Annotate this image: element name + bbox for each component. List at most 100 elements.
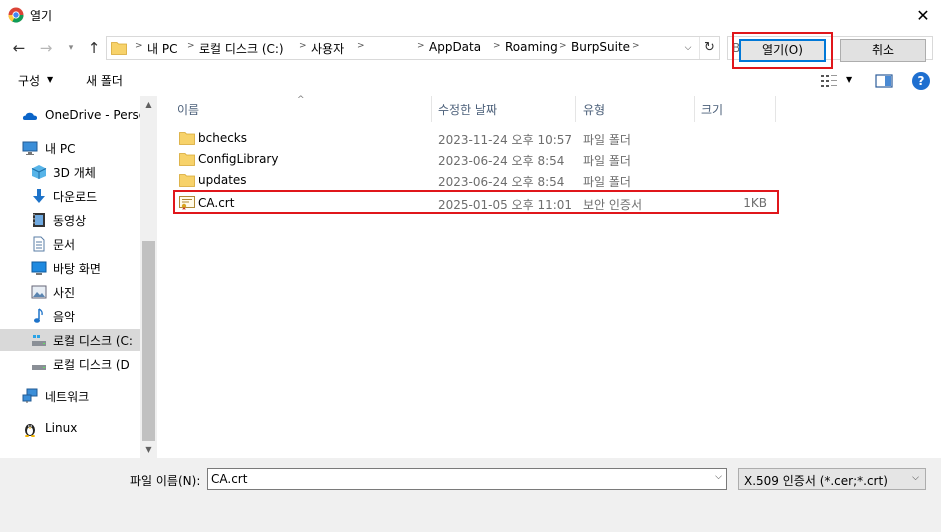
file-type: 파일 폴더 <box>583 175 631 189</box>
breadcrumb-appdata[interactable]: AppData <box>429 40 481 54</box>
sidebar-item-linux[interactable]: Linux <box>0 418 140 440</box>
file-type-filter-select[interactable]: X.509 인증서 (*.cer;*.crt) ⌵ <box>738 468 926 490</box>
file-name: CA.crt <box>198 196 235 210</box>
scroll-thumb[interactable] <box>142 241 155 441</box>
3d-objects-icon <box>31 165 47 179</box>
forward-button[interactable]: → <box>35 37 57 59</box>
breadcrumb-users[interactable]: 사용자 <box>311 40 344 57</box>
file-type: 보안 인증서 <box>583 198 643 212</box>
column-divider[interactable] <box>775 96 776 122</box>
breadcrumb-local-disk-c[interactable]: 로컬 디스크 (C:) <box>199 40 284 57</box>
sidebar-item-pictures[interactable]: 사진 <box>0 281 140 303</box>
preview-pane-icon[interactable] <box>875 73 893 89</box>
sidebar-item-label: 로컬 디스크 (C: <box>53 334 133 348</box>
sidebar-item-label: 3D 개체 <box>53 166 96 180</box>
breadcrumb-burpsuite[interactable]: BurpSuite <box>571 40 630 54</box>
chrome-icon <box>8 7 24 23</box>
refresh-button[interactable]: ↻ <box>699 37 719 59</box>
sidebar-item-label: 문서 <box>53 238 76 252</box>
sidebar-item-music[interactable]: 음악 <box>0 305 140 327</box>
folder-icon <box>179 174 195 187</box>
chevron-down-icon[interactable]: ▼ <box>47 75 53 84</box>
column-divider[interactable] <box>575 96 576 122</box>
breadcrumb-roaming[interactable]: Roaming <box>505 40 558 54</box>
up-button[interactable]: ↑ <box>83 37 105 59</box>
breadcrumb-separator: > <box>357 41 365 51</box>
sidebar-item-label: 바탕 화면 <box>53 262 101 276</box>
view-options-icon[interactable] <box>820 74 838 88</box>
sidebar-item-label: 다운로드 <box>53 190 98 204</box>
scroll-up-button[interactable]: ▲ <box>140 96 157 113</box>
column-divider[interactable] <box>431 96 432 122</box>
cancel-button[interactable]: 취소 <box>840 39 926 62</box>
title-bar: 열기 ✕ <box>0 0 941 31</box>
filename-label: 파일 이름(N): <box>130 474 201 488</box>
breadcrumb-separator: > <box>135 41 143 51</box>
address-dropdown-button[interactable]: ⌵ <box>679 37 697 59</box>
sidebar-item-documents[interactable]: 문서 <box>0 233 140 255</box>
column-header-size[interactable]: 크기 <box>701 96 775 122</box>
network-icon <box>22 388 38 403</box>
videos-icon <box>33 213 45 227</box>
breadcrumb-separator: > <box>417 41 425 51</box>
filename-input[interactable] <box>211 470 706 488</box>
chevron-down-icon[interactable]: ▼ <box>846 75 852 84</box>
desktop-icon <box>31 261 47 275</box>
help-icon[interactable]: ? <box>912 72 930 90</box>
sidebar-item-desktop[interactable]: 바탕 화면 <box>0 257 140 279</box>
file-name: updates <box>198 173 247 187</box>
filename-combobox[interactable]: ⌵ <box>207 468 727 490</box>
sidebar-scrollbar[interactable]: ▲ ▼ <box>140 96 157 458</box>
sidebar-item-label: 동영상 <box>53 214 87 228</box>
column-divider[interactable] <box>694 96 695 122</box>
chevron-down-icon: ⌵ <box>912 473 919 483</box>
folder-icon <box>111 42 127 55</box>
dialog-footer: 파일 이름(N): ⌵ X.509 인증서 (*.cer;*.crt) ⌵ <box>0 458 941 532</box>
file-type-filter-value: X.509 인증서 (*.cer;*.crt) <box>744 474 888 488</box>
breadcrumb-separator: > <box>493 41 501 51</box>
breadcrumb-this-pc[interactable]: 내 PC <box>147 40 177 57</box>
file-type: 파일 폴더 <box>583 154 631 168</box>
sidebar-item-label: 음악 <box>53 310 76 324</box>
local-disk-d-icon <box>32 365 46 370</box>
sidebar-item-3d-objects[interactable]: 3D 개체 <box>0 161 140 183</box>
organize-button[interactable]: 구성 <box>18 72 40 89</box>
documents-icon <box>33 236 45 252</box>
address-bar[interactable]: > 내 PC > 로컬 디스크 (C:) > 사용자 > > AppData >… <box>106 36 720 60</box>
column-header-type[interactable]: 유형 <box>583 96 694 122</box>
sidebar-item-this-pc[interactable]: 내 PC <box>0 137 140 159</box>
sidebar-item-downloads[interactable]: 다운로드 <box>0 185 140 207</box>
scroll-down-button[interactable]: ▼ <box>140 441 157 458</box>
sidebar-item-label: OneDrive - Perso <box>45 108 147 122</box>
breadcrumb-separator: > <box>299 41 307 51</box>
file-size: 1KB <box>743 196 767 210</box>
sidebar-item-network[interactable]: 네트워크 <box>0 385 140 407</box>
navigation-pane: OneDrive - Perso 내 PC 3D 개체 다운로드 동영상 문서 … <box>0 96 157 458</box>
recent-locations-button[interactable]: ▾ <box>62 37 80 59</box>
chevron-down-icon[interactable]: ⌵ <box>715 472 722 482</box>
folder-icon <box>179 132 195 145</box>
sidebar-item-label: 로컬 디스크 (D <box>53 358 130 372</box>
table-row[interactable]: ConfigLibrary 2023-06-24 오후 8:54 파일 폴더 <box>175 149 775 170</box>
table-row[interactable]: updates 2023-06-24 오후 8:54 파일 폴더 <box>175 170 775 191</box>
breadcrumb-separator: > <box>632 41 640 51</box>
file-list: 이름 ^ 수정한 날짜 유형 크기 bchecks 2023-11-24 오후 … <box>157 95 941 458</box>
sort-ascending-icon: ^ <box>297 95 305 105</box>
window-title: 열기 <box>30 9 53 23</box>
music-icon <box>34 308 43 323</box>
sidebar-item-local-disk-c[interactable]: 로컬 디스크 (C: <box>0 329 140 351</box>
file-date: 2025-01-05 오후 11:01 <box>438 198 573 212</box>
file-type: 파일 폴더 <box>583 133 631 147</box>
open-button[interactable]: 열기(O) <box>739 39 826 62</box>
sidebar-item-onedrive[interactable]: OneDrive - Perso <box>0 105 146 127</box>
column-header-date[interactable]: 수정한 날짜 <box>438 96 575 122</box>
file-name: bchecks <box>198 131 248 145</box>
pictures-icon <box>31 285 47 299</box>
sidebar-item-videos[interactable]: 동영상 <box>0 209 140 231</box>
sidebar-item-local-disk-d[interactable]: 로컬 디스크 (D <box>0 353 140 375</box>
back-button[interactable]: ← <box>8 37 30 59</box>
close-button[interactable]: ✕ <box>905 0 941 31</box>
new-folder-button[interactable]: 새 폴더 <box>86 72 123 89</box>
table-row[interactable]: bchecks 2023-11-24 오후 10:57 파일 폴더 <box>175 128 775 149</box>
table-row-selected-certificate[interactable]: CA.crt 2025-01-05 오후 11:01 보안 인증서 1KB <box>173 190 779 214</box>
